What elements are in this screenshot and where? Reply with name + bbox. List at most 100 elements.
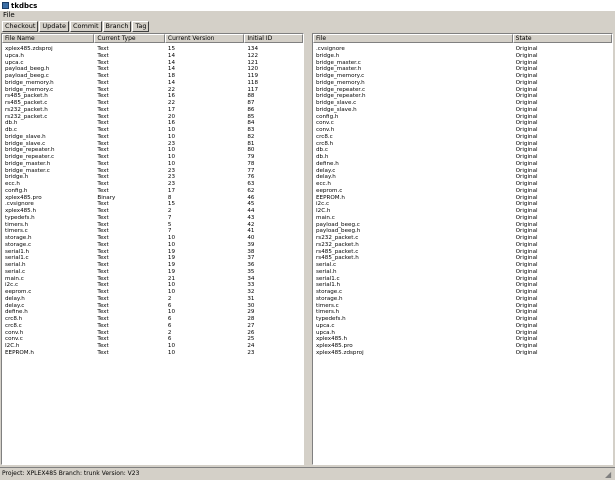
table-row[interactable]: payload_beeg.h Text 14 120 bbox=[2, 66, 303, 73]
table-row[interactable]: serial.c Original bbox=[313, 262, 612, 269]
table-row[interactable]: xplex485.h Original bbox=[313, 336, 612, 343]
column-header-current-type[interactable]: Current Type bbox=[94, 34, 165, 43]
table-row[interactable]: timers.c Original bbox=[313, 303, 612, 310]
table-row[interactable]: main.c Original bbox=[313, 215, 612, 222]
table-row[interactable]: main.c Text 21 34 bbox=[2, 276, 303, 283]
table-row[interactable]: rs485_packet.c Original bbox=[313, 249, 612, 256]
table-row[interactable]: define.h Original bbox=[313, 161, 612, 168]
table-row[interactable]: bridge_master.h Original bbox=[313, 66, 612, 73]
column-header-file[interactable]: File bbox=[313, 34, 513, 43]
branch-button[interactable]: Branch bbox=[102, 21, 132, 32]
table-row[interactable]: serial1.h Text 19 38 bbox=[2, 249, 303, 256]
table-row[interactable]: crc8.h Text 6 28 bbox=[2, 316, 303, 323]
table-row[interactable]: upca.c Text 14 121 bbox=[2, 60, 303, 67]
table-row[interactable]: db.h Original bbox=[313, 154, 612, 161]
table-row[interactable]: rs485_packet.h Original bbox=[313, 255, 612, 262]
table-row[interactable]: upca.h Text 14 122 bbox=[2, 53, 303, 60]
table-row[interactable]: db.c Original bbox=[313, 147, 612, 154]
table-row[interactable]: rs232_packet.h Text 17 86 bbox=[2, 107, 303, 114]
table-row[interactable]: xplex485.zdsproj Text 15 134 bbox=[2, 46, 303, 53]
table-row[interactable]: conv.c Original bbox=[313, 120, 612, 127]
table-row[interactable]: eeprom.c Text 10 32 bbox=[2, 289, 303, 296]
table-row[interactable]: delay.c Original bbox=[313, 168, 612, 175]
table-row[interactable]: i2c.c Text 10 33 bbox=[2, 282, 303, 289]
table-row[interactable]: conv.h Original bbox=[313, 127, 612, 134]
table-row[interactable]: typedefs.h Text 7 43 bbox=[2, 215, 303, 222]
table-row[interactable]: conv.c Text 6 25 bbox=[2, 336, 303, 343]
table-row[interactable]: xplex485.h Text 2 44 bbox=[2, 208, 303, 215]
table-row[interactable]: delay.h Original bbox=[313, 174, 612, 181]
resize-grip-icon[interactable]: ◢ bbox=[605, 470, 614, 479]
table-row[interactable]: delay.h Text 2 31 bbox=[2, 296, 303, 303]
table-row[interactable]: serial.h Original bbox=[313, 269, 612, 276]
menu-file[interactable]: File bbox=[3, 11, 15, 19]
table-row[interactable]: rs485_packet.c Text 22 87 bbox=[2, 100, 303, 107]
table-row[interactable]: serial1.h Original bbox=[313, 282, 612, 289]
table-row[interactable]: xplex485.zdsproj Original bbox=[313, 350, 612, 357]
column-header-current-version[interactable]: Current Version bbox=[164, 34, 245, 43]
commit-button[interactable]: Commit bbox=[69, 21, 102, 32]
table-row[interactable]: bridge_slave.h Text 10 82 bbox=[2, 134, 303, 141]
table-row[interactable]: timers.h Text 5 42 bbox=[2, 222, 303, 229]
table-row[interactable]: rs485_packet.h Text 16 88 bbox=[2, 93, 303, 100]
table-row[interactable]: xplex485.pro Original bbox=[313, 343, 612, 350]
working-file-list[interactable]: File State .cvsignore Original bridge.h Ori… bbox=[312, 33, 613, 465]
table-row[interactable]: bridge_memory.h Text 14 118 bbox=[2, 80, 303, 87]
table-row[interactable]: payload_beeg.c Text 18 119 bbox=[2, 73, 303, 80]
table-row[interactable]: I2C.h Text 10 24 bbox=[2, 343, 303, 350]
table-row[interactable]: serial.h Text 19 36 bbox=[2, 262, 303, 269]
table-row[interactable]: bridge_slave.c Original bbox=[313, 100, 612, 107]
table-row[interactable]: upca.c Original bbox=[313, 323, 612, 330]
table-row[interactable]: EEPROM.h Text 10 23 bbox=[2, 350, 303, 357]
table-row[interactable]: bridge_slave.c Text 23 81 bbox=[2, 141, 303, 148]
table-row[interactable]: conv.h Text 2 26 bbox=[2, 330, 303, 337]
table-row[interactable]: eeprom.c Original bbox=[313, 188, 612, 195]
table-row[interactable]: .cvsignore Original bbox=[313, 46, 612, 53]
table-row[interactable]: i2c.c Original bbox=[313, 201, 612, 208]
table-row[interactable]: storage.c Original bbox=[313, 289, 612, 296]
table-row[interactable]: payload_beeg.h Original bbox=[313, 228, 612, 235]
update-button[interactable]: Update bbox=[39, 21, 69, 32]
table-row[interactable]: delay.c Text 6 30 bbox=[2, 303, 303, 310]
table-row[interactable]: upca.h Original bbox=[313, 330, 612, 337]
table-row[interactable]: ecc.h Text 23 63 bbox=[2, 181, 303, 188]
checkout-button[interactable]: Checkout bbox=[2, 21, 39, 32]
table-row[interactable]: bridge_repeater.c Text 10 79 bbox=[2, 154, 303, 161]
table-row[interactable]: config.h Text 17 62 bbox=[2, 188, 303, 195]
table-row[interactable]: bridge_master.c Text 23 77 bbox=[2, 168, 303, 175]
column-header-file-name[interactable]: File Name bbox=[2, 34, 95, 43]
table-row[interactable]: config.h Original bbox=[313, 114, 612, 121]
table-row[interactable]: db.h Text 16 84 bbox=[2, 120, 303, 127]
table-row[interactable]: crc8.c Text 6 27 bbox=[2, 323, 303, 330]
table-row[interactable]: bridge_repeater.c Original bbox=[313, 87, 612, 94]
table-row[interactable]: bridge_repeater.h Original bbox=[313, 93, 612, 100]
table-row[interactable]: crc8.c Original bbox=[313, 134, 612, 141]
table-row[interactable]: ecc.h Original bbox=[313, 181, 612, 188]
table-row[interactable]: bridge_master.h Text 10 78 bbox=[2, 161, 303, 168]
table-row[interactable]: typedefs.h Original bbox=[313, 316, 612, 323]
table-row[interactable]: bridge_memory.c Text 22 117 bbox=[2, 87, 303, 94]
table-row[interactable]: serial1.c Text 19 37 bbox=[2, 255, 303, 262]
table-row[interactable]: bridge_memory.h Original bbox=[313, 80, 612, 87]
table-row[interactable]: define.h Text 10 29 bbox=[2, 309, 303, 316]
tag-button[interactable]: Tag bbox=[132, 21, 150, 32]
table-row[interactable]: EEPROM.h Original bbox=[313, 195, 612, 202]
table-row[interactable]: db.c Text 10 83 bbox=[2, 127, 303, 134]
table-row[interactable]: bridge.h Text 23 76 bbox=[2, 174, 303, 181]
table-row[interactable]: storage.h Original bbox=[313, 296, 612, 303]
table-row[interactable]: bridge_master.c Original bbox=[313, 60, 612, 67]
table-row[interactable]: storage.c Text 10 39 bbox=[2, 242, 303, 249]
table-row[interactable]: timers.c Text 7 41 bbox=[2, 228, 303, 235]
column-header-initial-id[interactable]: Initial ID bbox=[244, 34, 303, 43]
table-row[interactable]: crc8.h Original bbox=[313, 141, 612, 148]
table-row[interactable]: rs232_packet.c Text 20 85 bbox=[2, 114, 303, 121]
table-row[interactable]: timers.h Original bbox=[313, 309, 612, 316]
table-row[interactable]: bridge_slave.h Original bbox=[313, 107, 612, 114]
table-row[interactable]: serial1.c Original bbox=[313, 276, 612, 283]
table-row[interactable]: I2C.h Original bbox=[313, 208, 612, 215]
table-row[interactable]: bridge_repeater.h Text 10 80 bbox=[2, 147, 303, 154]
table-row[interactable]: bridge.h Original bbox=[313, 53, 612, 60]
table-row[interactable]: payload_beeg.c Original bbox=[313, 222, 612, 229]
table-row[interactable]: rs232_packet.c Original bbox=[313, 235, 612, 242]
column-header-state[interactable]: State bbox=[512, 34, 612, 43]
